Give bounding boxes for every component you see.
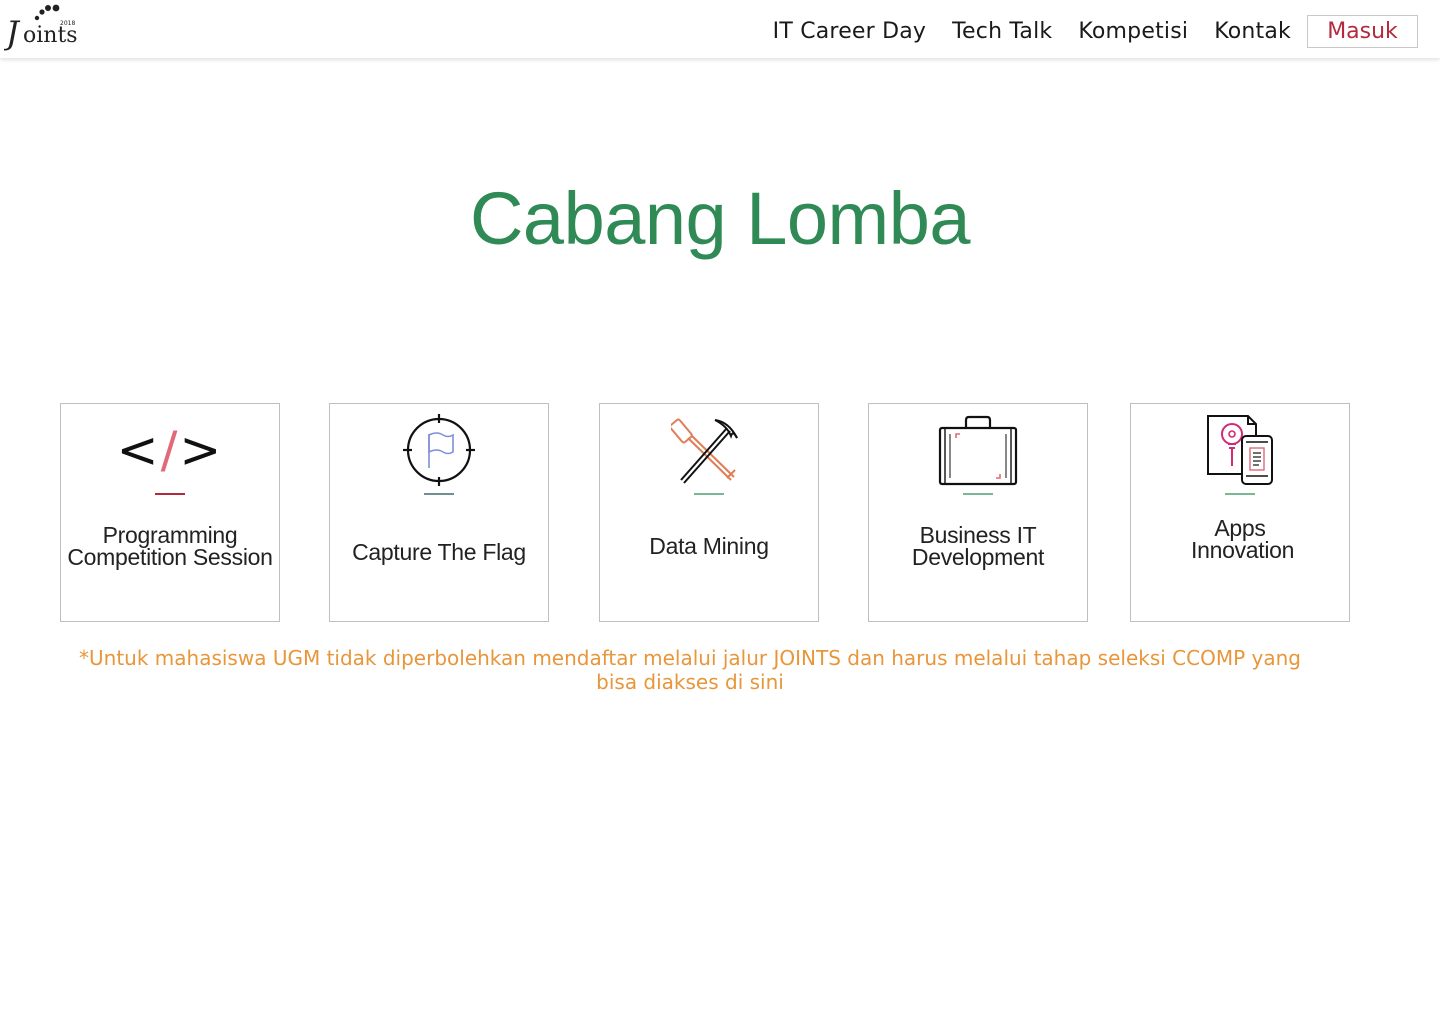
nav-link-it-career-day[interactable]: IT Career Day <box>773 19 926 44</box>
login-button[interactable]: Masuk <box>1307 14 1418 48</box>
navbar: 2018 J oints IT Career Day Tech Talk Kom… <box>0 0 1440 58</box>
card-business-it-development[interactable]: Business IT Development <box>868 403 1088 622</box>
idea-phone-icon <box>1185 412 1295 488</box>
nav-link-kontak[interactable]: Kontak <box>1214 19 1291 44</box>
card-title: Apps Innovation <box>1191 515 1295 563</box>
card-divider <box>694 493 724 495</box>
nav-link-tech-talk[interactable]: Tech Talk <box>952 19 1052 44</box>
card-programming-competition[interactable]: </> Programming Competition Session <box>60 403 280 622</box>
nav-link-kompetisi[interactable]: Kompetisi <box>1078 19 1188 44</box>
svg-text:oints: oints <box>23 23 78 48</box>
ugm-notice: *Untuk mahasiswa UGM tidak diperbolehkan… <box>79 646 1301 694</box>
card-divider <box>424 493 454 495</box>
svg-text:J: J <box>4 14 21 52</box>
code-icon: </> <box>116 421 224 479</box>
card-title: Capture The Flag <box>352 539 526 565</box>
card-capture-the-flag[interactable]: Capture The Flag <box>329 403 549 622</box>
card-divider <box>155 493 185 495</box>
card-title: Business IT Development <box>911 522 1045 570</box>
joints-logo[interactable]: 2018 J oints <box>4 2 80 54</box>
crosshair-flag-icon <box>384 412 494 488</box>
card-apps-innovation[interactable]: Apps Innovation <box>1130 403 1350 622</box>
card-divider <box>963 493 993 495</box>
nav-links: IT Career Day Tech Talk Kompetisi Kontak… <box>773 13 1418 49</box>
page-title: Cabang Lomba <box>469 177 971 260</box>
card-data-mining[interactable]: Data Mining <box>599 403 819 622</box>
card-title: Data Mining <box>649 533 769 559</box>
shovel-pickaxe-icon <box>654 412 764 488</box>
card-divider <box>1225 493 1255 495</box>
card-title: Programming Competition Session <box>67 522 273 570</box>
briefcase-icon <box>923 412 1033 488</box>
